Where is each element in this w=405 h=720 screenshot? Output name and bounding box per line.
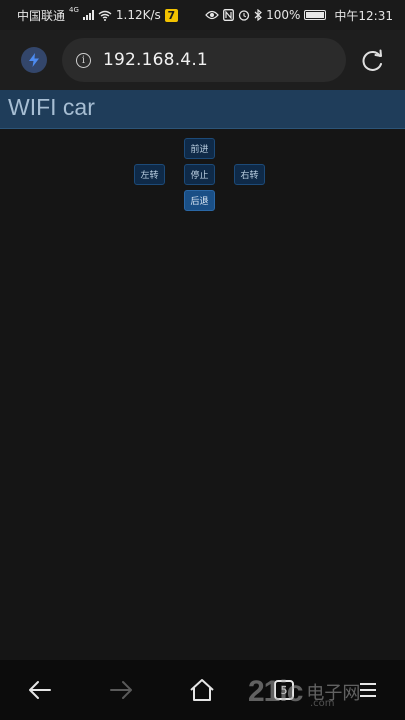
net-speed: 1.12K/s (115, 8, 161, 22)
status-right: 100% 中午12:31 (205, 7, 393, 24)
alarm-icon (238, 10, 250, 21)
battery-icon (304, 10, 327, 20)
bluetooth-icon (254, 9, 263, 21)
network-tag: 4G (69, 6, 79, 14)
watermark-logo: 21ic 电子网 .com (248, 672, 398, 712)
page-header: WIFI car (0, 90, 405, 129)
clock: 中午12:31 (334, 8, 393, 23)
nfc-icon (223, 9, 235, 21)
backward-button[interactable]: 后退 (184, 190, 215, 211)
eye-icon (205, 10, 219, 20)
status-left: 中国联通 4G 1.12K/s 7 (17, 6, 205, 24)
signal-icon (82, 10, 94, 20)
home-icon[interactable] (186, 674, 218, 706)
page-title: WIFI car (8, 94, 95, 120)
info-icon[interactable]: i (76, 52, 91, 68)
stop-button[interactable]: 停止 (184, 164, 215, 185)
battery-percent: 100% (266, 8, 301, 22)
turn-left-button[interactable]: 左转 (134, 164, 165, 185)
wifi-icon (98, 10, 112, 21)
reload-icon[interactable] (360, 48, 386, 74)
status-bar: 中国联通 4G 1.12K/s 7 100% 中午12:31 (0, 0, 405, 30)
watermark-main: 21ic (248, 675, 303, 708)
app-badge-icon: 7 (164, 8, 178, 22)
back-arrow-icon[interactable] (24, 674, 56, 706)
carrier-label: 中国联通 (17, 8, 66, 23)
forward-button[interactable]: 前进 (184, 138, 215, 159)
watermark-domain: .com (310, 698, 335, 709)
turn-right-button[interactable]: 右转 (234, 164, 265, 185)
url-bar[interactable]: i 192.168.4.1 (62, 38, 346, 82)
lightning-icon[interactable] (21, 47, 47, 73)
forward-arrow-icon[interactable] (105, 674, 137, 706)
url-text[interactable]: 192.168.4.1 (103, 50, 208, 70)
browser-toolbar: i 192.168.4.1 (0, 30, 405, 90)
